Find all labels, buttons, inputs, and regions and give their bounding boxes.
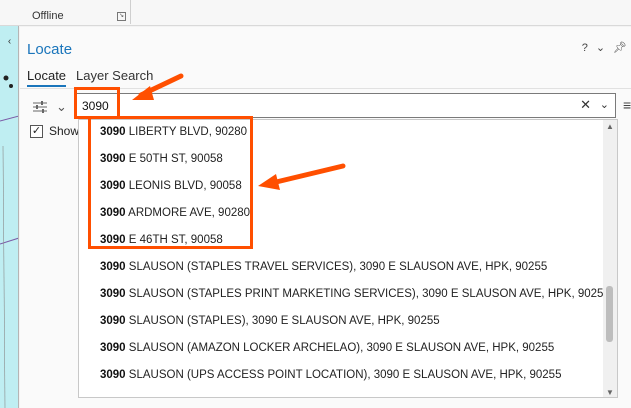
- list-item[interactable]: 3090 SLAUSON (AMAZON LOCKER ARCHELAO), 3…: [100, 342, 554, 354]
- address-text: LEONIS BLVD, 90058: [125, 180, 242, 192]
- address-text: SLAUSON (STAPLES PRINT MARKETING SERVICE…: [125, 288, 610, 300]
- help-icon[interactable]: ?: [582, 42, 588, 54]
- match-text: 3090: [100, 180, 126, 192]
- search-input[interactable]: [82, 97, 562, 115]
- tab-divider: [20, 88, 631, 89]
- tab-locate[interactable]: Locate: [27, 68, 67, 87]
- list-item[interactable]: 3090 SLAUSON (UPS ACCESS POINT LOCATION)…: [100, 369, 561, 381]
- scroll-thumb[interactable]: [606, 286, 613, 342]
- list-item[interactable]: 3090 LEONIS BLVD, 90058: [100, 180, 242, 192]
- dialog-launcher-icon[interactable]: ↘: [117, 12, 126, 21]
- match-text: 3090: [100, 261, 126, 273]
- match-text: 3090: [100, 342, 126, 354]
- address-text: SLAUSON (AMAZON LOCKER ARCHELAO), 3090 E…: [125, 342, 555, 354]
- map-line: [2, 145, 6, 408]
- match-text: 3090: [100, 126, 126, 138]
- ribbon-strip: Offline ↘: [0, 0, 631, 26]
- list-item[interactable]: 3090 E 46TH ST, 90058: [100, 234, 223, 246]
- list-item[interactable]: 3090 ARDMORE AVE, 90280: [100, 207, 250, 219]
- match-text: 3090: [100, 234, 126, 246]
- chevron-down-icon[interactable]: ⌄: [600, 98, 609, 111]
- locator-options-button[interactable]: ⌄: [32, 97, 72, 117]
- match-text: 3090: [100, 369, 126, 381]
- list-item[interactable]: 3090 SLAUSON (STAPLES), 3090 E SLAUSON A…: [100, 315, 440, 327]
- ribbon-group-label: Offline: [32, 10, 64, 22]
- address-text: ARDMORE AVE, 90280: [125, 207, 251, 219]
- list-item[interactable]: 3090 E 50TH ST, 90058: [100, 153, 223, 165]
- show-label: Show: [49, 124, 80, 138]
- list-item[interactable]: 3090 LIBERTY BLVD, 90280: [100, 126, 247, 138]
- map-point: [3, 75, 9, 81]
- menu-icon[interactable]: ≡: [623, 97, 631, 113]
- locate-pane: Locate ? ⌄ 📌︎ Locate Layer Search ⌄ ✕ ⌄ …: [20, 27, 631, 408]
- show-row[interactable]: ✓ Show: [30, 124, 79, 138]
- suggestion-list[interactable]: 3090 LIBERTY BLVD, 90280 3090 E 50TH ST,…: [78, 119, 618, 398]
- clear-icon[interactable]: ✕: [580, 97, 591, 113]
- list-scrollbar[interactable]: ▲ ▼: [603, 120, 617, 397]
- list-item[interactable]: 3090 SLAUSON (STAPLES TRAVEL SERVICES), …: [100, 261, 547, 273]
- collapse-left-icon[interactable]: ‹: [0, 36, 18, 47]
- match-text: 3090: [100, 153, 126, 165]
- scroll-down-icon[interactable]: ▼: [606, 388, 614, 397]
- address-text: E 46TH ST, 90058: [125, 234, 223, 246]
- pane-options-icon[interactable]: ⌄: [596, 41, 605, 54]
- match-text: 3090: [100, 288, 126, 300]
- map-view-edge[interactable]: ‹: [0, 26, 19, 408]
- pane-title: Locate: [27, 41, 73, 58]
- pane-controls: ? ⌄ 📌︎: [582, 41, 627, 55]
- search-box[interactable]: ✕ ⌄: [75, 93, 616, 118]
- map-line: [0, 115, 18, 122]
- map-features: [0, 75, 18, 408]
- tab-layer-search[interactable]: Layer Search: [76, 68, 153, 87]
- address-text: SLAUSON (STAPLES TRAVEL SERVICES), 3090 …: [125, 261, 548, 273]
- map-point: [9, 84, 13, 88]
- address-text: LIBERTY BLVD, 90280: [125, 126, 248, 138]
- pane-tabs: Locate Layer Search: [27, 68, 153, 87]
- pin-icon[interactable]: 📌︎: [613, 41, 627, 54]
- match-text: 3090: [100, 315, 126, 327]
- address-text: SLAUSON (STAPLES), 3090 E SLAUSON AVE, H…: [125, 315, 440, 327]
- sliders-icon: [33, 101, 47, 113]
- address-text: SLAUSON (UPS ACCESS POINT LOCATION), 309…: [125, 369, 562, 381]
- list-item[interactable]: 3090 SLAUSON (STAPLES PRINT MARKETING SE…: [100, 288, 610, 300]
- scroll-up-icon[interactable]: ▲: [606, 122, 614, 131]
- match-text: 3090: [100, 207, 126, 219]
- map-line: [0, 237, 18, 245]
- ribbon-separator: [130, 0, 131, 24]
- address-text: E 50TH ST, 90058: [125, 153, 223, 165]
- chevron-down-icon: ⌄: [56, 99, 67, 114]
- show-checkbox[interactable]: ✓: [30, 124, 43, 138]
